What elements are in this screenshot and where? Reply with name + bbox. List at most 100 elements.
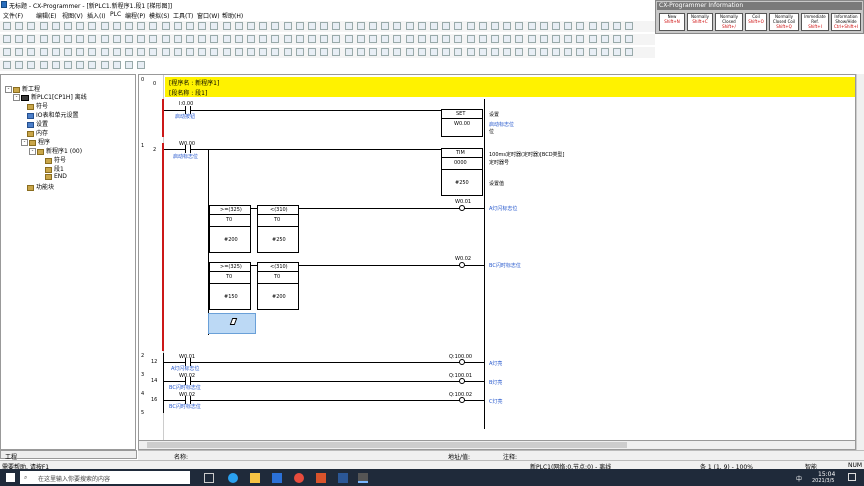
tree-tab[interactable]: 工程 xyxy=(0,450,137,461)
toolbar-button[interactable] xyxy=(198,48,207,56)
toolbar-button[interactable] xyxy=(125,35,133,43)
toolbar-button[interactable] xyxy=(149,48,158,56)
toolbar-button[interactable] xyxy=(15,22,24,30)
toolbar-button[interactable] xyxy=(503,35,512,43)
toolbar-button[interactable] xyxy=(137,48,146,56)
taskbar-search[interactable]: ⌕ 在这里输入你要搜索的内容 xyxy=(20,471,190,484)
toolbar-button[interactable] xyxy=(600,35,609,43)
toolbar-button[interactable] xyxy=(88,61,97,69)
toolbar-button[interactable] xyxy=(234,48,243,56)
toolbar-button[interactable] xyxy=(356,35,365,43)
toolbar-button[interactable] xyxy=(39,22,48,30)
toolbar-button[interactable] xyxy=(625,48,634,56)
toolbar-button[interactable] xyxy=(600,48,609,56)
menu-tools[interactable]: 工具(T) xyxy=(173,11,193,20)
toolbar-button[interactable] xyxy=(491,22,499,30)
toolbar-button[interactable] xyxy=(51,22,60,30)
toolbar-button[interactable] xyxy=(283,22,292,30)
toolbar-button[interactable] xyxy=(222,22,231,30)
compare-ge-block-1[interactable]: >=(325) T0 #200 xyxy=(209,205,251,253)
toolbar-button[interactable] xyxy=(112,61,121,69)
toolbar-button[interactable] xyxy=(173,35,182,43)
toolbar-button[interactable] xyxy=(234,22,243,30)
toolbar-button[interactable] xyxy=(125,22,133,30)
toolbar-button[interactable] xyxy=(173,48,182,56)
toolbar-button[interactable] xyxy=(112,22,121,30)
toolbar-button[interactable] xyxy=(466,22,475,30)
toolbar-button[interactable] xyxy=(39,48,48,56)
toolbar-button[interactable] xyxy=(320,35,329,43)
toolbar-button[interactable] xyxy=(576,48,585,56)
notification-icon[interactable] xyxy=(848,473,856,481)
tree-program-symbols[interactable]: 符号 xyxy=(45,155,66,164)
toolbar-button[interactable] xyxy=(454,22,463,30)
toolbar-button[interactable] xyxy=(393,48,402,56)
toolbar-button[interactable] xyxy=(466,35,475,43)
toolbar-button[interactable] xyxy=(137,61,146,69)
toolbar-button[interactable] xyxy=(173,22,182,30)
toolbar-button[interactable] xyxy=(259,48,268,56)
menu-plc[interactable]: PLC xyxy=(110,11,121,18)
toolbar-button[interactable] xyxy=(210,48,219,56)
ladder-editor[interactable]: 0 0 1 2 2 12 3 14 4 16 5 [程序名 : 新程序1] [段… xyxy=(138,74,856,450)
toolbar-button[interactable] xyxy=(15,61,24,69)
toolbar-button[interactable] xyxy=(588,35,597,43)
toolbar-button[interactable] xyxy=(442,48,451,56)
toolbar-button[interactable] xyxy=(15,48,24,56)
toolbar-button[interactable] xyxy=(466,48,475,56)
toolbar-button[interactable] xyxy=(356,48,365,56)
toolbar-button[interactable] xyxy=(539,48,548,56)
r1-contact-symbol[interactable] xyxy=(185,145,191,153)
info-coil[interactable]: Coil Shift+O xyxy=(745,13,767,31)
edge-icon[interactable] xyxy=(228,473,238,483)
toolbar-button[interactable] xyxy=(112,48,121,56)
toolbar-button[interactable] xyxy=(552,22,560,30)
out1-coil[interactable] xyxy=(459,205,465,211)
toolbar-button[interactable] xyxy=(3,22,11,30)
toolbar-button[interactable] xyxy=(417,35,426,43)
toolbar-button[interactable] xyxy=(442,35,451,43)
toolbar-button[interactable] xyxy=(15,35,24,43)
toolbar-button[interactable] xyxy=(454,35,463,43)
toolbar-button[interactable] xyxy=(198,35,207,43)
toolbar-button[interactable] xyxy=(88,22,97,30)
compare-lt-block-2[interactable]: <(310) T0 #200 xyxy=(257,262,299,310)
tree-memory[interactable]: 内存 xyxy=(27,128,48,137)
toolbar-button[interactable] xyxy=(125,61,133,69)
toolbar-button[interactable] xyxy=(478,22,487,30)
toolbar-button[interactable] xyxy=(539,35,548,43)
toolbar-button[interactable] xyxy=(515,22,524,30)
toolbar-button[interactable] xyxy=(430,35,438,43)
tree-function-blocks[interactable]: 功能块 xyxy=(27,182,54,191)
menu-help[interactable]: 帮助(H) xyxy=(222,11,243,20)
r2-out-coil[interactable] xyxy=(459,359,465,365)
toolbar-button[interactable] xyxy=(259,22,268,30)
windows-start-icon[interactable] xyxy=(6,473,15,482)
toolbar-button[interactable] xyxy=(39,35,48,43)
tree-end[interactable]: END xyxy=(45,173,67,180)
tree-section1[interactable]: 段1 xyxy=(45,164,64,173)
menu-program[interactable]: 编程(P) xyxy=(125,11,145,20)
toolbar-button[interactable] xyxy=(64,35,72,43)
toolbar-button[interactable] xyxy=(76,61,85,69)
toolbar-button[interactable] xyxy=(393,22,402,30)
toolbar-button[interactable] xyxy=(149,22,158,30)
toolbar-button[interactable] xyxy=(100,48,109,56)
toolbar-button[interactable] xyxy=(161,35,170,43)
toolbar-button[interactable] xyxy=(527,35,536,43)
toolbar-button[interactable] xyxy=(295,48,304,56)
toolbar-button[interactable] xyxy=(247,22,255,30)
toolbar-button[interactable] xyxy=(405,48,414,56)
toolbar-button[interactable] xyxy=(576,35,585,43)
tree-programs[interactable]: - 程序 xyxy=(21,137,50,146)
file-explorer-icon[interactable] xyxy=(250,473,260,483)
toolbar-button[interactable] xyxy=(369,22,377,30)
toolbar-button[interactable] xyxy=(295,22,304,30)
toolbar-button[interactable] xyxy=(210,22,219,30)
tim-instruction[interactable]: TIM 0000 #250 xyxy=(441,148,483,196)
toolbar-button[interactable] xyxy=(271,35,280,43)
toolbar-button[interactable] xyxy=(76,22,85,30)
toolbar-button[interactable] xyxy=(222,35,231,43)
toolbar-button[interactable] xyxy=(64,22,72,30)
toolbar-button[interactable] xyxy=(283,48,292,56)
